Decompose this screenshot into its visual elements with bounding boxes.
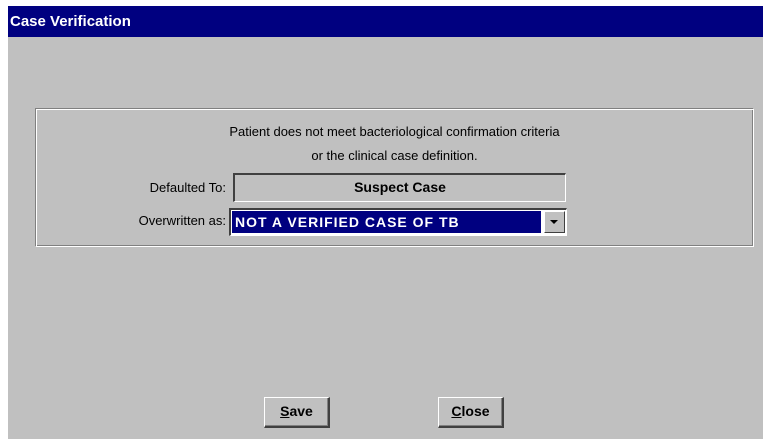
criteria-message-line2: or the clinical case definition. (311, 148, 478, 163)
close-button[interactable]: Close (438, 397, 504, 428)
close-label-rest: lose (461, 403, 490, 419)
close-mnemonic: C (451, 403, 462, 419)
case-verification-window: Case Verification Patient does not meet … (8, 6, 763, 439)
verification-groupbox: Patient does not meet bacteriological co… (35, 108, 754, 247)
overwritten-as-selected-value[interactable]: NOT A VERIFIED CASE OF TB (232, 211, 541, 233)
save-label-rest: ave (289, 403, 313, 419)
defaulted-to-field: Suspect Case (233, 173, 566, 202)
save-button[interactable]: Save (264, 397, 330, 428)
overwritten-as-dropdown[interactable]: NOT A VERIFIED CASE OF TB (229, 208, 567, 236)
overwritten-as-label: Overwritten as: (138, 213, 226, 228)
defaulted-to-label: Defaulted To: (149, 180, 226, 195)
window-title: Case Verification (8, 6, 763, 37)
criteria-message-line1: Patient does not meet bacteriological co… (229, 124, 560, 139)
dropdown-button[interactable] (544, 211, 565, 233)
chevron-down-icon (550, 220, 558, 224)
